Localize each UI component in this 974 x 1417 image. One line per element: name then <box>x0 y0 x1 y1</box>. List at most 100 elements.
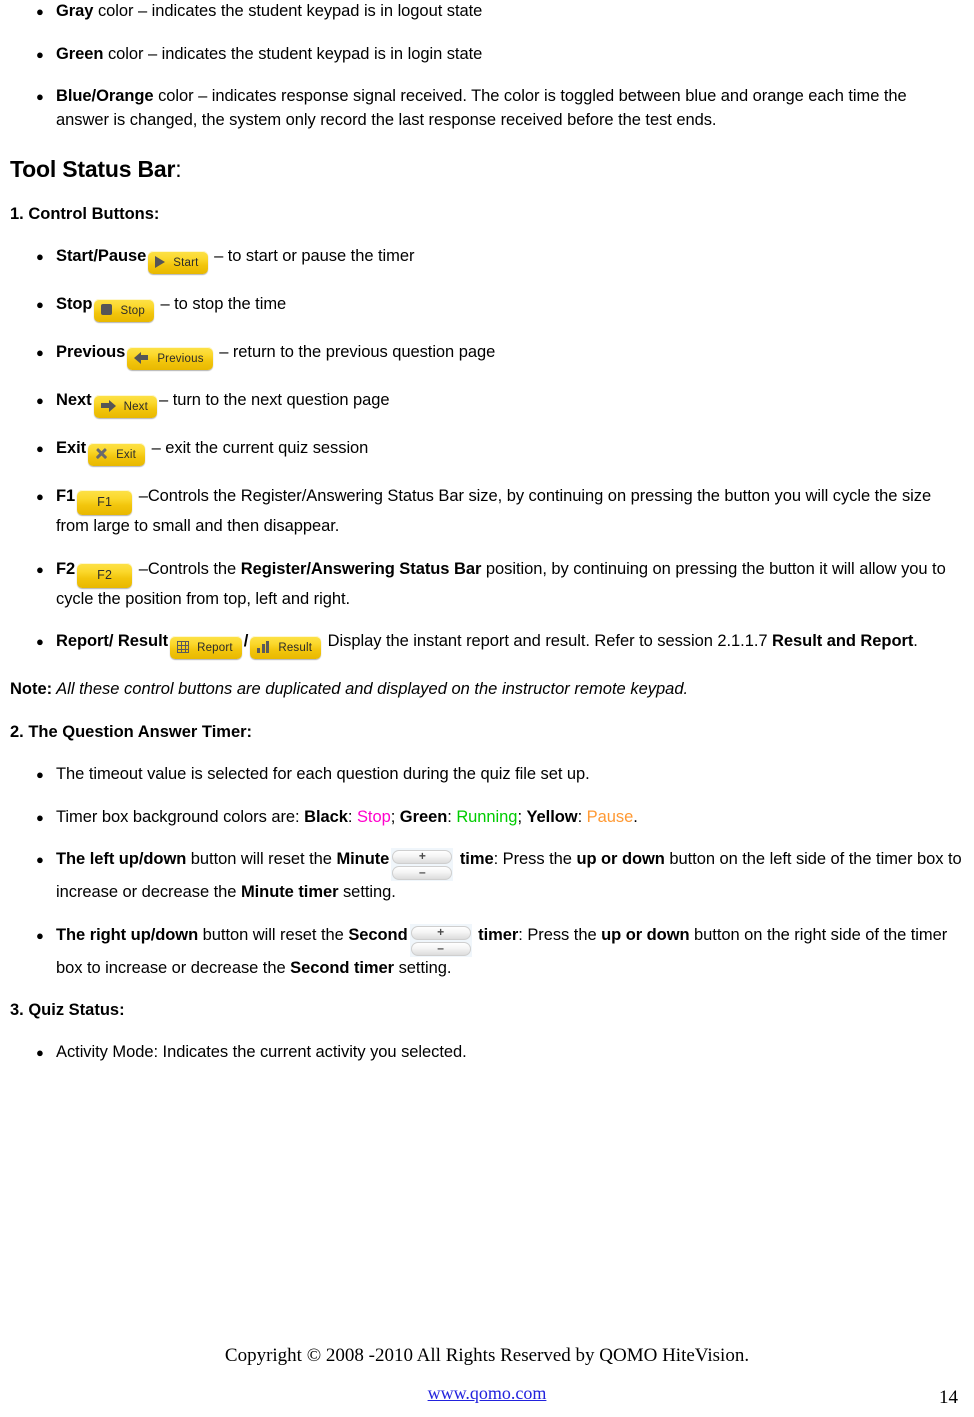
previous-button[interactable]: Previous <box>127 347 213 370</box>
list-item-text: Gray color – indicates the student keypa… <box>56 0 962 24</box>
play-icon <box>155 255 166 268</box>
right-updown-timer: timer <box>473 925 519 944</box>
f1-button[interactable]: F1 <box>77 490 133 515</box>
f2-bold-phrase: Register/Answering Status Bar <box>240 559 482 578</box>
tool-status-bar-title-colon: : <box>175 156 182 182</box>
bullet-icon <box>10 485 56 508</box>
minute-stepper-plus-label: + <box>418 849 426 863</box>
previous-button-label: Previous <box>157 353 204 365</box>
left-updown-minute-timer: Minute timer <box>240 883 339 901</box>
quiz-status-heading: 3. Quiz Status: <box>10 1001 125 1019</box>
exit-button[interactable]: Exit <box>88 443 146 466</box>
list-item-text: Timer box background colors are: Black: … <box>56 806 962 830</box>
bullet-icon <box>10 389 56 412</box>
second-stepper-down-button[interactable]: – <box>410 941 471 956</box>
f1-label: F1 <box>56 487 76 505</box>
next-label: Next <box>56 391 92 409</box>
question-answer-timer-heading: 2. The Question Answer Timer: <box>10 723 253 741</box>
timer-color-green-label: Green <box>399 807 448 826</box>
second-stepper-up-button[interactable]: + <box>410 925 471 940</box>
right-updown-second-timer: Second timer <box>290 958 395 977</box>
f2-button[interactable]: F2 <box>77 562 133 588</box>
next-button-label: Next <box>123 401 149 413</box>
right-updown-lead: The right up/down <box>56 925 199 944</box>
right-updown-updown: up or down <box>601 925 690 944</box>
list-item-text: The right up/down button will reset the … <box>56 923 962 981</box>
stop-desc: – to stop the time <box>155 295 287 313</box>
bullet-icon <box>10 924 56 947</box>
list-item: Stop Stop – to stop the time <box>10 293 962 322</box>
list-item: Start/Pause Start – to start or pause the… <box>10 245 962 274</box>
bullet-icon <box>10 763 56 786</box>
stop-button[interactable]: Stop <box>94 299 154 322</box>
timer-color-sep-d: ; <box>517 807 527 826</box>
bullet-icon <box>10 245 56 268</box>
report-result-separator: / <box>243 632 249 650</box>
list-item-text: Start/Pause Start – to start or pause the… <box>56 245 962 274</box>
page-footer: Copyright © 2008 -2010 All Rights Reserv… <box>0 1343 974 1409</box>
minute-stepper[interactable]: + – <box>391 848 454 881</box>
close-x-icon <box>95 447 108 460</box>
list-item-text: The timeout value is selected for each q… <box>56 763 962 787</box>
minute-stepper-up-button[interactable]: + <box>392 849 453 864</box>
list-item-text: Report/ Result Report / Result Display the … <box>56 630 962 659</box>
bullet-icon <box>10 806 56 829</box>
start-button[interactable]: Start <box>148 251 208 274</box>
previous-desc: – return to the previous question page <box>214 343 496 361</box>
list-item: Blue/Orange color – indicates response s… <box>10 85 962 132</box>
list-item-text: Green color – indicates the student keyp… <box>56 43 962 67</box>
report-result-label: Report/ Result <box>56 632 169 650</box>
exit-button-label: Exit <box>116 449 137 461</box>
f1-desc: –Controls the Register/Answering Status … <box>56 487 932 535</box>
result-button[interactable]: Result <box>250 636 322 659</box>
list-item-text: Exit Exit – exit the current quiz session <box>56 437 962 466</box>
list-item: Report/ Result Report / Result Display the … <box>10 630 962 659</box>
stop-button-label: Stop <box>120 305 145 317</box>
bullet-icon <box>10 43 56 66</box>
list-item-text: Next Next – turn to the next question page <box>56 389 962 418</box>
minute-stepper-down-button[interactable]: – <box>392 866 453 880</box>
timer-color-black-label: Black <box>304 807 348 826</box>
keypad-color-blueorange-desc: color – indicates response signal receiv… <box>56 87 907 129</box>
start-pause-desc: – to start or pause the timer <box>209 247 415 265</box>
f2-button-label: F2 <box>97 567 113 582</box>
bullet-icon <box>10 437 56 460</box>
left-updown-text4: setting. <box>338 883 396 901</box>
document-page: Gray color – indicates the student keypa… <box>0 0 974 1417</box>
left-updown-time: time <box>455 850 494 868</box>
left-updown-text2: : Press the <box>493 850 577 868</box>
note-paragraph: Note: All these control buttons are dupl… <box>10 678 962 701</box>
report-button[interactable]: Report <box>170 636 242 659</box>
list-item-text: Blue/Orange color – indicates response s… <box>56 85 962 132</box>
list-item: Gray color – indicates the student keypa… <box>10 0 962 24</box>
keypad-color-gray-label: Gray <box>56 2 94 20</box>
report-result-bold-ref: Result and Report <box>772 632 914 650</box>
start-button-label: Start <box>173 257 199 269</box>
left-updown-text1: button will reset the <box>186 850 337 868</box>
next-button[interactable]: Next <box>93 395 158 418</box>
list-item: F1 F1 –Controls the Register/Answering St… <box>10 485 962 539</box>
arrow-left-icon <box>134 351 149 364</box>
next-desc: – turn to the next question page <box>159 391 390 409</box>
second-stepper[interactable]: + – <box>409 923 472 957</box>
bullet-icon <box>10 630 56 653</box>
keypad-color-gray-desc: color – indicates the student keypad is … <box>93 2 483 20</box>
list-item-text: F1 F1 –Controls the Register/Answering St… <box>56 485 962 539</box>
list-item: Previous Previous – return to the previou… <box>10 341 962 370</box>
website-link[interactable]: www.qomo.com <box>428 1383 547 1403</box>
list-item: The left up/down button will reset the M… <box>10 848 962 905</box>
result-button-label: Result <box>278 642 313 654</box>
report-result-period: . <box>913 632 918 650</box>
note-text: All these control buttons are duplicated… <box>52 680 689 698</box>
list-item-text: Previous Previous – return to the previou… <box>56 341 962 370</box>
list-item: Activity Mode: Indicates the current act… <box>10 1041 962 1065</box>
left-updown-lead: The left up/down <box>56 850 187 868</box>
status-badge-running: Running <box>456 807 518 826</box>
note-label: Note: <box>10 680 53 698</box>
list-item-text: Activity Mode: Indicates the current act… <box>56 1041 962 1065</box>
bullet-icon <box>10 341 56 364</box>
left-updown-updown: up or down <box>576 850 665 868</box>
list-item: Next Next – turn to the next question page <box>10 389 962 418</box>
report-result-desc: Display the instant report and result. R… <box>323 632 718 650</box>
f1-button-label: F1 <box>97 495 113 509</box>
